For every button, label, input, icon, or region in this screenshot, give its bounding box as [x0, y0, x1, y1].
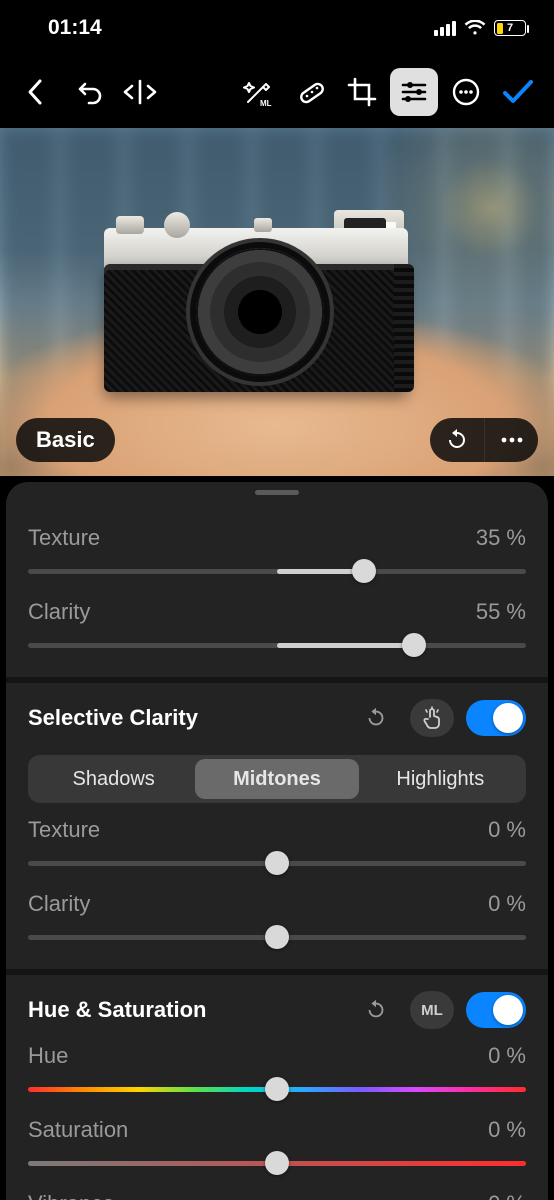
compare-button[interactable] [116, 68, 164, 116]
saturation-label: Saturation [28, 1117, 128, 1143]
vibrance-label: Vibrance [28, 1191, 114, 1200]
sel-texture-value: 0 % [488, 817, 526, 843]
texture-label: Texture [28, 525, 100, 551]
clarity-slider[interactable] [28, 631, 526, 659]
selective-reset-button[interactable] [354, 699, 398, 737]
status-indicators: 7 [434, 20, 526, 36]
seg-shadows[interactable]: Shadows [32, 759, 195, 799]
sel-clarity-label: Clarity [28, 891, 90, 917]
undo-button[interactable] [64, 68, 112, 116]
selective-clarity-toggle[interactable] [466, 700, 526, 736]
sel-clarity-value: 0 % [488, 891, 526, 917]
sel-texture-label: Texture [28, 817, 100, 843]
more-button[interactable] [442, 68, 490, 116]
clock: 01:14 [48, 16, 102, 40]
mode-label: Basic [36, 427, 95, 453]
vibrance-value: 0 % [488, 1191, 526, 1200]
hue-slider[interactable] [28, 1075, 526, 1103]
hue-value: 0 % [488, 1043, 526, 1069]
clarity-value: 55 % [476, 599, 526, 625]
texture-slider[interactable] [28, 557, 526, 585]
selective-brush-button[interactable] [410, 699, 454, 737]
magic-ml-button[interactable]: ML [234, 68, 282, 116]
preview-subject [104, 204, 408, 392]
seg-highlights[interactable]: Highlights [359, 759, 522, 799]
reset-icon [364, 998, 388, 1022]
svg-text:ML: ML [260, 99, 272, 107]
back-button[interactable] [12, 68, 60, 116]
selective-clarity-section: Selective Clarity Shadows Midtones Highl… [6, 677, 548, 969]
mode-pill[interactable]: Basic [16, 418, 115, 462]
cellular-icon [434, 21, 456, 36]
saturation-value: 0 % [488, 1117, 526, 1143]
adjustments-panel: Texture 35 % Clarity 55 % Selective Clar… [6, 482, 548, 1200]
battery-icon: 7 [494, 20, 526, 36]
hue-sat-reset-button[interactable] [354, 991, 398, 1029]
ml-label: ML [421, 1002, 443, 1019]
texture-value: 35 % [476, 525, 526, 551]
panel-grabber[interactable] [255, 490, 299, 495]
reset-icon [364, 706, 388, 730]
hue-label: Hue [28, 1043, 68, 1069]
reset-icon [444, 427, 470, 453]
ml-button[interactable]: ML [410, 991, 454, 1029]
ellipsis-icon [499, 436, 525, 444]
tone-range-segmented[interactable]: Shadows Midtones Highlights [28, 755, 526, 803]
preview-more-button[interactable] [484, 418, 538, 462]
crop-button[interactable] [338, 68, 386, 116]
image-preview[interactable]: Basic [0, 128, 554, 476]
basic-section: Texture 35 % Clarity 55 % [6, 505, 548, 677]
saturation-slider[interactable] [28, 1149, 526, 1177]
selective-clarity-title: Selective Clarity [28, 705, 198, 731]
hue-sat-toggle[interactable] [466, 992, 526, 1028]
hue-sat-title: Hue & Saturation [28, 997, 206, 1023]
clarity-label: Clarity [28, 599, 90, 625]
toolbar: ML [0, 56, 554, 128]
battery-level: 7 [495, 22, 525, 34]
hand-tap-icon [420, 706, 444, 730]
heal-button[interactable] [286, 68, 334, 116]
confirm-button[interactable] [494, 68, 542, 116]
sel-clarity-slider[interactable] [28, 923, 526, 951]
adjustments-button[interactable] [390, 68, 438, 116]
reset-preview-button[interactable] [430, 418, 484, 462]
seg-midtones[interactable]: Midtones [195, 759, 358, 799]
wifi-icon [464, 20, 486, 36]
status-bar: 01:14 7 [0, 0, 554, 56]
hue-saturation-section: Hue & Saturation ML Hue 0 % Saturation 0… [6, 969, 548, 1200]
sel-texture-slider[interactable] [28, 849, 526, 877]
